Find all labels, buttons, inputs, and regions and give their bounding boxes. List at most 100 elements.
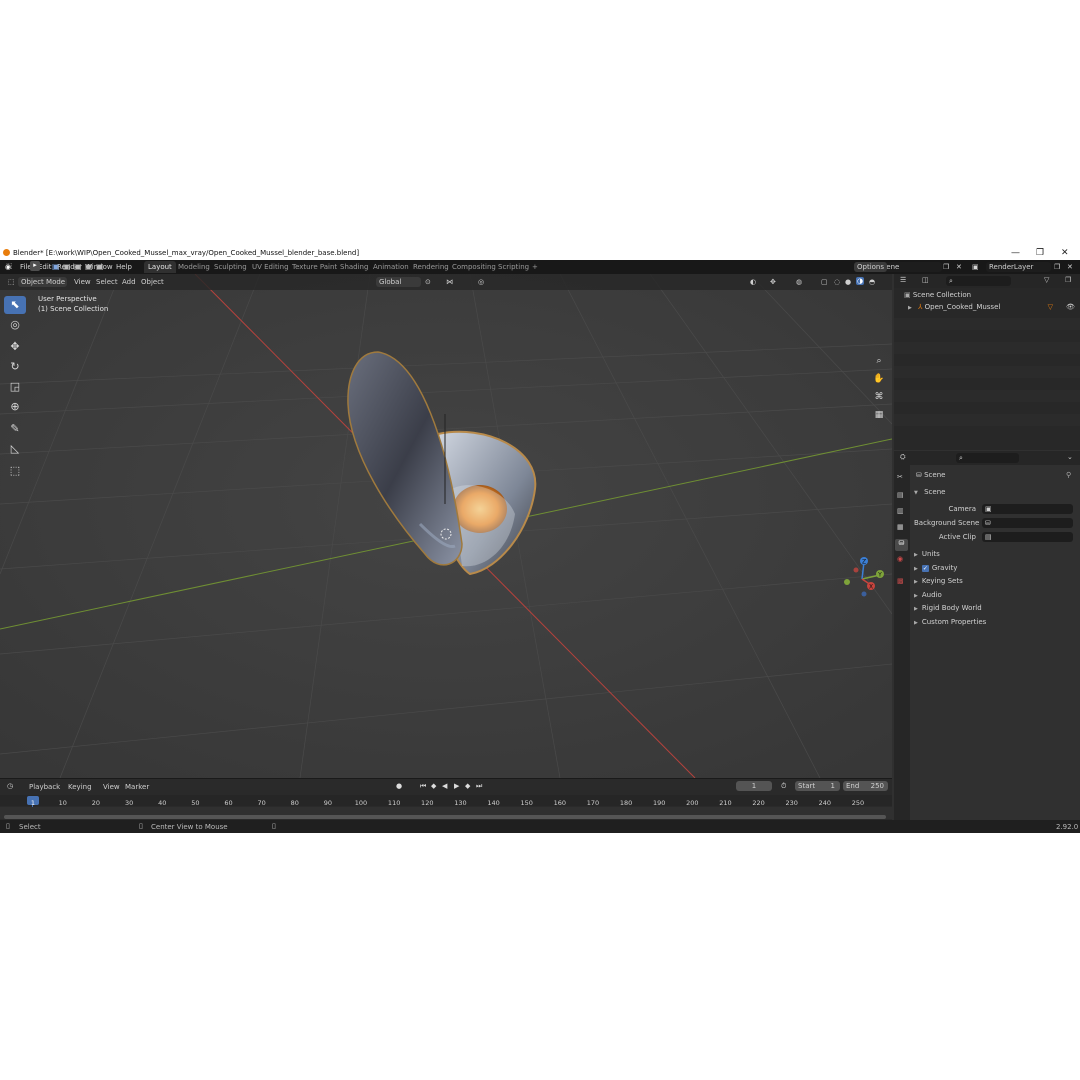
new-collection-icon[interactable]: ❐ (1065, 276, 1071, 284)
tab-uv-editing[interactable]: UV Editing (248, 261, 293, 273)
3d-viewport[interactable]: Z Y X ⬚ Object Mode View Select Add Obje… (0, 274, 892, 778)
pivot-icon[interactable]: ⊙ (425, 278, 431, 286)
background-scene-field[interactable]: ⛁ (982, 518, 1073, 528)
viewport-menu-select[interactable]: Select (96, 278, 118, 286)
record-icon[interactable]: ● (396, 782, 402, 790)
tab-layout[interactable]: Layout (144, 261, 176, 273)
ortho-grid-icon[interactable]: ▦ (872, 408, 886, 422)
keying-sets-panel[interactable]: ▶ Keying Sets (914, 577, 963, 585)
active-clip-field[interactable]: ▤ (982, 532, 1073, 542)
shading-rendered-icon[interactable]: ◓ (869, 278, 875, 286)
select-mode-intersect-icon[interactable]: ▣ (96, 262, 104, 271)
mode-dropdown[interactable]: Object Mode (18, 277, 67, 287)
minimize-button[interactable]: — (1011, 248, 1020, 258)
annotate-tool[interactable]: ✎ (4, 420, 26, 438)
texture-tab-icon[interactable]: ▩ (897, 577, 904, 585)
move-tool[interactable]: ✥ (4, 338, 26, 356)
outliner-search-field[interactable]: ⌕ (946, 276, 1011, 286)
tab-modeling[interactable]: Modeling (174, 261, 214, 273)
audio-panel[interactable]: ▶ Audio (914, 591, 942, 599)
delete-viewlayer-icon[interactable]: ✕ (1067, 263, 1073, 271)
maximize-button[interactable]: ❐ (1036, 248, 1044, 258)
gravity-panel[interactable]: ▶ ✓ Gravity (914, 564, 957, 572)
tab-compositing[interactable]: Compositing (448, 261, 500, 273)
shading-material-icon[interactable]: ◑ (856, 277, 865, 285)
tool-tab-icon[interactable]: ✂ (897, 473, 903, 481)
shading-wireframe-icon[interactable]: ◌ (834, 278, 840, 286)
select-mode-subtract-icon[interactable]: ▣ (74, 262, 82, 271)
play-reverse-icon[interactable]: ◀ (442, 782, 447, 790)
camera-view-icon[interactable]: ⌘ (872, 390, 886, 404)
outliner-item-row[interactable]: ▶ ⅄ Open_Cooked_Mussel ▽ (908, 303, 1053, 311)
snap-icon[interactable]: ⋈ (446, 278, 453, 286)
editor-type-icon[interactable]: ⬚ (8, 278, 15, 286)
shading-solid-icon[interactable]: ● (845, 278, 851, 286)
output-tab-icon[interactable]: ▥ (897, 507, 904, 515)
new-viewlayer-icon[interactable]: ❐ (1054, 263, 1060, 271)
select-mode-new-icon[interactable]: ▣ (52, 262, 60, 271)
transform-orientation-dropdown[interactable]: Global (376, 277, 421, 287)
properties-editor-icon[interactable]: ⛭ (900, 453, 906, 462)
timeline-menu-keying[interactable]: Keying (68, 783, 92, 791)
custom-properties-panel[interactable]: ▶ Custom Properties (914, 618, 986, 626)
start-frame-field[interactable]: Start 1 (795, 781, 840, 791)
cursor-tool[interactable]: ◎ (4, 316, 26, 334)
transform-tool[interactable]: ⊕ (4, 398, 26, 416)
options-dropdown[interactable]: Options (854, 262, 887, 272)
timeline-scrollbar[interactable] (4, 815, 886, 819)
tab-sculpting[interactable]: Sculpting (210, 261, 251, 273)
gravity-checkbox[interactable]: ✓ (921, 565, 929, 572)
timeline-editor-icon[interactable]: ◷ (7, 782, 13, 790)
viewport-menu-view[interactable]: View (74, 278, 91, 286)
viewlayer-selector[interactable]: RenderLayer (986, 262, 1051, 272)
select-box-tool[interactable]: ⬉ (4, 296, 26, 314)
viewport-scene[interactable]: Z Y X (0, 274, 892, 778)
timeline-menu-playback[interactable]: Playback (29, 783, 60, 791)
view-layer-tab-icon[interactable]: ▦ (897, 523, 904, 531)
pin-icon[interactable]: ⚲ (1066, 471, 1071, 479)
rotate-tool[interactable]: ↻ (4, 358, 26, 376)
zoom-icon[interactable]: ⌕ (872, 354, 886, 368)
delete-scene-icon[interactable]: ✕ (956, 263, 962, 271)
scene-tab-icon[interactable]: ⛁ (895, 539, 908, 551)
close-button[interactable]: ✕ (1061, 248, 1069, 258)
filter-icon[interactable]: ▽ (1044, 276, 1049, 284)
visibility-eye-icon[interactable]: 👁 (1066, 303, 1075, 311)
timeline-menu-marker[interactable]: Marker (125, 783, 149, 791)
preview-range-icon[interactable]: ⏱ (781, 782, 786, 791)
menu-edit[interactable]: Edit (38, 263, 52, 271)
viewport-menu-object[interactable]: Object (141, 278, 164, 286)
tweak-tool-icon[interactable]: ▸ (30, 261, 40, 271)
menu-help[interactable]: Help (116, 263, 132, 271)
tab-animation[interactable]: Animation (369, 261, 413, 273)
tab-shading[interactable]: Shading (336, 261, 372, 273)
rigid-body-world-panel[interactable]: ▶ Rigid Body World (914, 604, 982, 612)
xray-toggle-icon[interactable]: ▢ (821, 278, 828, 286)
select-mode-invert-icon[interactable]: ▣ (85, 262, 93, 271)
gizmo-toggle-icon[interactable]: ✥ (770, 278, 776, 286)
editor-type-switch-icon[interactable]: ⬚ (6, 262, 13, 270)
scene-panel-header[interactable]: ▼ Scene (914, 488, 945, 496)
properties-search-field[interactable]: ⌕ (956, 453, 1019, 463)
tab-texture-paint[interactable]: Texture Paint (288, 261, 341, 273)
add-cube-tool[interactable]: ⬚ (4, 462, 26, 480)
expand-arrow-icon[interactable]: ▶ (908, 305, 912, 311)
play-icon[interactable]: ▶ (454, 782, 459, 790)
next-keyframe-icon[interactable]: ◆ (465, 782, 470, 790)
select-mode-extend-icon[interactable]: ▣ (63, 262, 71, 271)
tab-rendering[interactable]: Rendering (409, 261, 453, 273)
current-frame-field[interactable]: 1 (736, 781, 772, 791)
visibility-icon[interactable]: ◐ (750, 278, 756, 286)
timeline-menu-view[interactable]: View (103, 783, 120, 791)
outliner-editor-icon[interactable]: ☰ (900, 276, 906, 284)
overlay-toggle-icon[interactable]: ◍ (796, 278, 802, 286)
jump-start-icon[interactable]: ⏮ (420, 782, 426, 791)
display-mode-icon[interactable]: ◫ (922, 276, 929, 284)
prev-keyframe-icon[interactable]: ◆ (431, 782, 436, 790)
render-tab-icon[interactable]: ▤ (897, 491, 904, 499)
end-frame-field[interactable]: End 250 (843, 781, 888, 791)
units-panel[interactable]: ▶ Units (914, 550, 940, 558)
measure-tool[interactable]: ◺ (4, 440, 26, 458)
properties-options-icon[interactable]: ⌄ (1067, 453, 1073, 461)
jump-end-icon[interactable]: ⏭ (476, 782, 482, 791)
